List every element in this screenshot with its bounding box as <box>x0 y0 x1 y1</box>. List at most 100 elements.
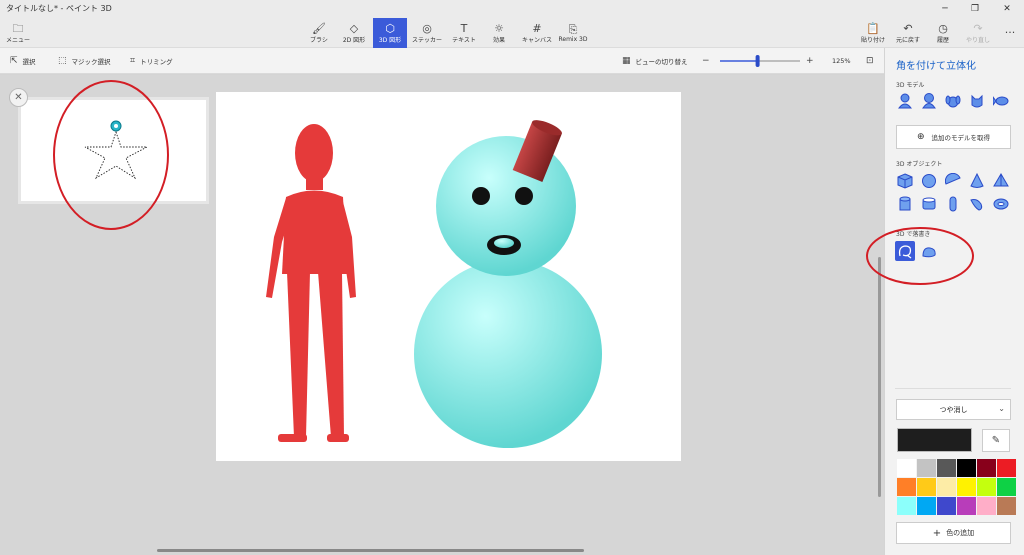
cone-button[interactable] <box>967 171 987 191</box>
color-swatch[interactable] <box>897 459 916 477</box>
menu-label: メニュー <box>5 36 30 44</box>
fit-view-button[interactable]: ⊡ <box>866 54 874 68</box>
person-left-foot <box>278 434 307 442</box>
zoom-out-button[interactable]: − <box>702 54 710 68</box>
add-color-label: 色の追加 <box>946 529 975 537</box>
history-button[interactable]: ◷ 履歴 <box>928 18 958 48</box>
capsule-button[interactable] <box>943 194 963 214</box>
color-swatch[interactable] <box>917 478 936 496</box>
paste-button[interactable]: 📋 貼り付け <box>858 18 888 48</box>
sharp-doodle-icon <box>898 245 912 259</box>
close-icon: ✕ <box>14 92 23 103</box>
snowman-right-eye <box>515 187 533 205</box>
model-cat-button[interactable] <box>967 91 987 111</box>
man-icon <box>897 93 913 109</box>
sharp-edge-doodle-button[interactable] <box>895 241 915 261</box>
color-swatch[interactable] <box>997 478 1016 496</box>
model-fish-button[interactable] <box>991 91 1011 111</box>
crop-label: トリミング <box>140 58 173 66</box>
person-model[interactable] <box>266 124 356 442</box>
menu-button[interactable]: 🗀 メニュー <box>4 18 32 48</box>
color-swatch[interactable] <box>977 459 996 477</box>
color-swatch[interactable] <box>957 459 976 477</box>
add-color-button[interactable]: + 色の追加 <box>896 522 1011 544</box>
color-swatch[interactable] <box>997 459 1016 477</box>
color-swatch[interactable] <box>937 478 956 496</box>
snowman-model[interactable] <box>414 117 602 448</box>
close-window-button[interactable]: ✕ <box>992 0 1022 18</box>
model-woman-button[interactable] <box>919 91 939 111</box>
text-icon: T <box>460 21 468 35</box>
tab-text[interactable]: T テキスト <box>449 18 479 48</box>
curved-button[interactable] <box>967 194 987 214</box>
tab-stickers[interactable]: ◎ ステッカー <box>410 18 444 48</box>
view-toggle[interactable]: ▦ ビューの切り替え <box>622 54 688 68</box>
color-swatch[interactable] <box>977 497 996 515</box>
color-palette <box>897 459 1016 515</box>
undo-icon: ↶ <box>903 21 913 35</box>
grid-icon: ▦ <box>622 56 631 66</box>
zoom-level-text: 125% <box>832 57 851 65</box>
tab-label: 3D 図形 <box>378 36 402 44</box>
color-swatch[interactable] <box>917 497 936 515</box>
zoom-thumb[interactable] <box>755 55 760 67</box>
magic-select-tool[interactable]: ⬚ マジック選択 <box>58 54 111 68</box>
color-swatch[interactable] <box>957 478 976 496</box>
selection-thumbnail[interactable] <box>18 97 209 204</box>
zoom-in-button[interactable]: + <box>806 54 814 68</box>
color-swatch[interactable] <box>897 497 916 515</box>
crop-tool[interactable]: ⌗ トリミング <box>130 54 173 68</box>
tab-brush[interactable]: 🖌 ブラシ <box>304 18 334 48</box>
cube-button[interactable] <box>895 171 915 191</box>
pyramid-button[interactable] <box>991 171 1011 191</box>
color-swatch[interactable] <box>897 478 916 496</box>
tab-remix3d[interactable]: ⎘ Remix 3D <box>558 18 588 48</box>
sphere-button[interactable] <box>919 171 939 191</box>
color-swatch[interactable] <box>917 459 936 477</box>
torus-button[interactable] <box>991 194 1011 214</box>
model-man-button[interactable] <box>895 91 915 111</box>
tab-2d-shapes[interactable]: ◇ 2D 図形 <box>337 18 371 48</box>
color-swatch[interactable] <box>937 459 956 477</box>
action-label: 履歴 <box>936 36 949 44</box>
undo-button[interactable]: ↶ 元に戻す <box>893 18 923 48</box>
model-dog-button[interactable] <box>943 91 963 111</box>
color-swatch[interactable] <box>957 497 976 515</box>
drawing-canvas[interactable] <box>216 92 681 461</box>
horizontal-scrollbar[interactable] <box>157 549 584 552</box>
more-button[interactable]: ··· <box>998 18 1022 48</box>
tube-button[interactable] <box>919 194 939 214</box>
color-swatch[interactable] <box>977 478 996 496</box>
vertical-scrollbar[interactable] <box>878 257 881 497</box>
redo-button[interactable]: ↷ やり直し <box>963 18 993 48</box>
magic-select-label: マジック選択 <box>71 58 111 66</box>
tab-effects[interactable]: ☼ 効果 <box>484 18 514 48</box>
zoom-slider[interactable] <box>720 54 800 68</box>
person-left-leg <box>287 272 310 437</box>
hemisphere-button[interactable] <box>943 171 963 191</box>
soft-edge-doodle-button[interactable] <box>919 241 939 261</box>
scene <box>266 117 602 448</box>
eyedropper-button[interactable]: ✎ <box>982 429 1010 452</box>
objects-label: 3D オブジェクト <box>896 161 943 168</box>
action-label: 元に戻す <box>895 36 920 44</box>
cylinder-button[interactable] <box>895 194 915 214</box>
finish-dropdown[interactable]: つや消し ⌄ <box>896 399 1011 420</box>
minimize-button[interactable]: ─ <box>930 0 960 18</box>
tab-3d-shapes[interactable]: ⬡ 3D 図形 <box>373 18 407 48</box>
get-more-models-button[interactable]: ⊕ 追加のモデルを取得 <box>896 125 1011 149</box>
tab-canvas[interactable]: # キャンバス <box>518 18 556 48</box>
current-color-swatch[interactable] <box>897 428 972 452</box>
fish-icon <box>993 96 1009 106</box>
maximize-button[interactable]: ❐ <box>960 0 990 18</box>
dog-icon <box>945 95 961 108</box>
close-thumbnail-button[interactable]: ✕ <box>9 88 28 107</box>
objects-row-1 <box>895 171 1011 191</box>
models-label: 3D モデル <box>896 82 925 89</box>
cursor-icon: ⇱ <box>10 56 18 66</box>
select-tool[interactable]: ⇱ 選択 <box>10 54 36 68</box>
panel-divider <box>895 388 1011 389</box>
color-swatch[interactable] <box>997 497 1016 515</box>
color-swatch[interactable] <box>937 497 956 515</box>
history-icon: ◷ <box>938 21 948 35</box>
